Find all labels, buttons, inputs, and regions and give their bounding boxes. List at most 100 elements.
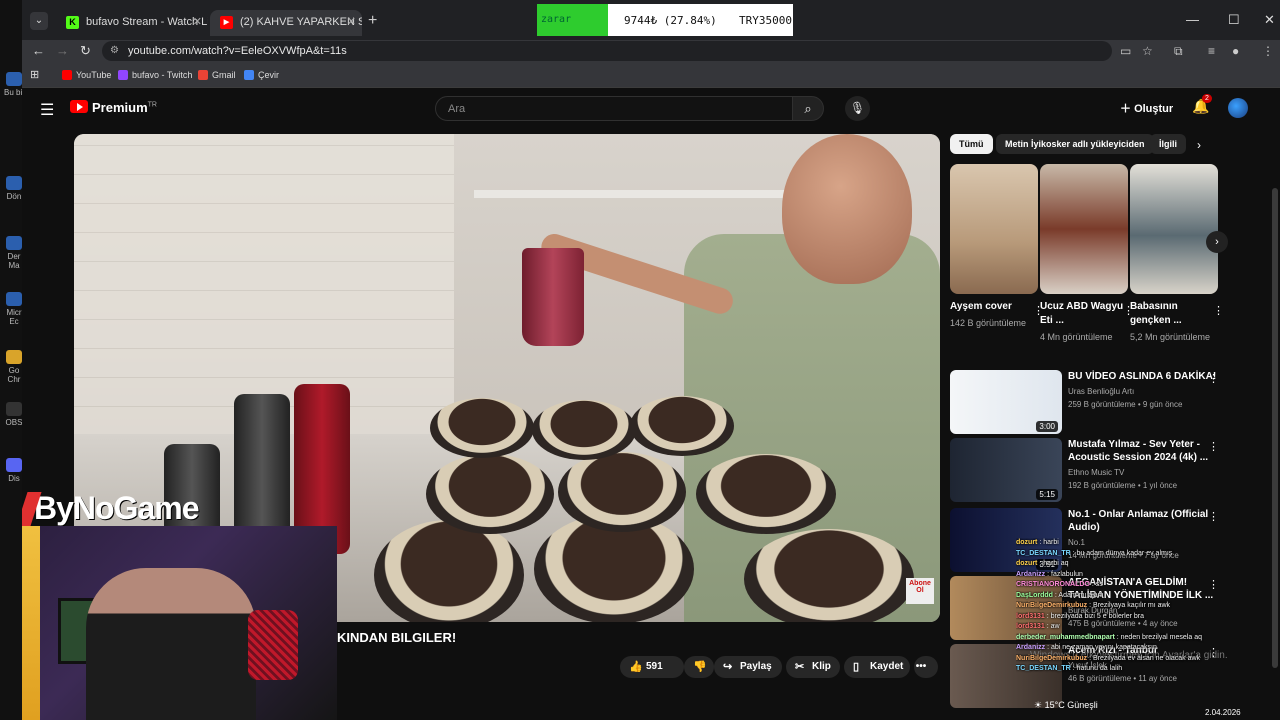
short-item[interactable]: Ayşem cover 142 B görüntüleme ⋮ <box>950 164 1044 330</box>
chat-username[interactable]: TC_DESTAN_TR <box>1016 665 1071 672</box>
more-vert-icon[interactable]: ⋮ <box>1213 304 1224 317</box>
chat-message: lord3131 : brezilyada bizi 5 e bölerler … <box>1016 612 1256 623</box>
short-item[interactable]: Ucuz ABD Wagyu Eti ... 4 Mn görüntüleme … <box>1040 164 1134 344</box>
profile-icon[interactable]: ● <box>1232 44 1239 58</box>
short-views: 4 Mn görüntüleme <box>1040 332 1113 342</box>
video-scene-filter <box>558 452 686 532</box>
video-title: Mustafa Yılmaz - Sev Yeter - Acoustic Se… <box>1068 439 1209 463</box>
scissors-icon: ✂ <box>795 661 805 673</box>
bookmark-gmail[interactable]: Gmail <box>198 70 236 80</box>
video-title: BU VİDEO ASLINDA 6 DAKİKA! <box>1068 371 1217 382</box>
more-icon: ••• <box>915 661 927 672</box>
like-button[interactable]: 👍 591 <box>620 656 684 678</box>
more-actions-button[interactable]: ••• <box>914 656 938 678</box>
video-scene-filter <box>374 520 524 622</box>
chat-username[interactable]: DaşLorddd <box>1016 592 1053 599</box>
share-button[interactable]: ↪ Paylaş <box>714 656 782 678</box>
forward-icon[interactable]: → <box>56 43 69 58</box>
video-scene-filter <box>744 529 914 622</box>
chat-text: : hatunu da lalih <box>1070 665 1123 672</box>
hamburger-menu-icon[interactable]: ☰ <box>40 100 54 120</box>
reload-icon[interactable]: ↻ <box>80 43 91 59</box>
extensions-icon[interactable]: ⧉ <box>1174 44 1183 59</box>
stream-chat-overlay: dozurt : harbi TC_DESTAN_TR : bu adam dün… <box>1016 538 1256 720</box>
more-vert-icon[interactable]: ⋮ <box>1208 510 1219 523</box>
apps-icon[interactable]: ⊞ <box>30 68 39 81</box>
logo-text: Premium <box>92 100 148 115</box>
avatar[interactable] <box>1228 98 1248 118</box>
chip-uploader[interactable]: Metin İyikosker adlı yükleyiciden <box>996 134 1154 154</box>
chat-text: : Brezilyaya kaçılır mı awk <box>1087 602 1171 609</box>
chat-username[interactable]: dozurt <box>1016 539 1037 546</box>
close-icon[interactable]: ✕ <box>193 15 202 28</box>
channel-name[interactable]: Uras Benlioğlu Artı <box>1068 387 1134 396</box>
back-icon[interactable]: ← <box>32 43 45 58</box>
chat-text: : abi ne zaman yayını kapatacaksın <box>1045 644 1157 651</box>
page-scrollbar[interactable] <box>1272 188 1278 668</box>
microphone-icon[interactable]: 🎙 <box>845 96 870 121</box>
video-scene-shelf <box>474 190 814 198</box>
chip-all[interactable]: Tümü <box>950 134 993 154</box>
close-icon[interactable]: ✕ <box>347 15 356 28</box>
chevron-right-icon[interactable]: › <box>1197 138 1201 152</box>
chat-username[interactable]: NuriBilgeDemirkubuz <box>1016 602 1087 609</box>
more-vert-icon[interactable]: ⋮ <box>1208 440 1219 453</box>
bookmark-youtube[interactable]: YouTube <box>62 70 111 80</box>
tab-label: bufavo Stream - Watch Live on <box>86 16 208 28</box>
media-icon[interactable]: ≡ <box>1208 44 1215 58</box>
chat-username[interactable]: NuriBilgeDemirkubuz <box>1016 655 1087 662</box>
create-button[interactable]: ＋ Oluştur <box>1120 100 1173 116</box>
recommendation-item[interactable]: 5:15 Mustafa Yılmaz - Sev Yeter - Acoust… <box>950 438 1250 502</box>
chat-username[interactable]: lord3131 <box>1016 623 1045 630</box>
chat-username[interactable]: Ardanizz <box>1016 571 1045 578</box>
desktop-icon-label: Der Ma <box>7 252 21 270</box>
chat-username[interactable]: lord3131 <box>1016 613 1045 620</box>
subscribe-watermark[interactable]: Abone Ol <box>906 578 934 604</box>
chevron-right-icon[interactable]: › <box>1206 231 1228 253</box>
search-icon[interactable]: ⌕ <box>792 96 824 121</box>
chat-username[interactable]: dozurt <box>1016 560 1037 567</box>
chat-text: : neden brezilyal mesela aq <box>1114 633 1202 641</box>
short-thumbnail[interactable] <box>1040 164 1128 294</box>
maximize-icon[interactable]: ☐ <box>1228 12 1240 28</box>
chat-text: : harbi aq <box>1037 560 1069 567</box>
bookmark-star-icon[interactable]: ☆ <box>1142 44 1153 58</box>
bookmark-translate[interactable]: Çevir <box>244 70 279 80</box>
weather-text: 15°C Güneşli <box>1044 700 1098 710</box>
menu-icon[interactable]: ⋮ <box>1262 44 1274 58</box>
more-vert-icon[interactable]: ⋮ <box>1208 372 1219 385</box>
chat-username[interactable]: TC_DESTAN_TR <box>1016 550 1071 557</box>
short-item[interactable]: Babasının gençken ... 5,2 Mn görüntüleme… <box>1130 164 1224 344</box>
short-thumbnail[interactable] <box>1130 164 1218 294</box>
weather-widget[interactable]: ☀ 15°C Güneşli <box>1034 700 1098 711</box>
site-info-icon[interactable]: ⚙ <box>110 45 119 56</box>
video-meta: 259 B görüntüleme • 9 gün önce <box>1068 400 1183 409</box>
address-bar[interactable]: ⚙ youtube.com/watch?v=EeleOXVWfpA&t=11s <box>102 41 1112 61</box>
recommendation-item[interactable]: 3:00 BU VİDEO ASLINDA 6 DAKİKA! Uras Ben… <box>950 370 1250 434</box>
new-tab-icon[interactable]: + <box>368 12 377 30</box>
chat-username[interactable]: Ardanizz <box>1016 644 1045 651</box>
translate-icon <box>244 70 254 80</box>
minimize-icon[interactable]: — <box>1186 12 1199 27</box>
channel-name[interactable]: Ethno Music TV <box>1068 468 1124 477</box>
youtube-play-icon <box>70 100 88 113</box>
notifications-bell-icon[interactable]: 🔔 2 <box>1192 94 1212 115</box>
youtube-logo[interactable]: PremiumTR <box>70 100 157 115</box>
tab-search-icon[interactable]: ⌄ <box>30 12 48 30</box>
dislike-button[interactable]: 👎 <box>684 656 714 678</box>
clip-button[interactable]: ✂ Klip <box>786 656 840 678</box>
tab-bufavo[interactable]: K bufavo Stream - Watch Live on ✕ <box>56 10 208 36</box>
short-thumbnail[interactable] <box>950 164 1038 294</box>
save-button[interactable]: ▯ Kaydet <box>844 656 910 678</box>
desktop-icon-label: Micr Ec <box>6 308 22 326</box>
chat-username[interactable]: derbeder_muhammedbnapart <box>1016 634 1115 641</box>
tab-youtube[interactable]: ▶ (2) KAHVE YAPARKEN SOHBET ✕ <box>210 10 362 36</box>
chat-username[interactable]: CRISTIANORONALDO <box>1016 581 1090 588</box>
stream-overlay-ticker: zarar 9744₺ (27.84%) TRY35000 <box>537 4 793 36</box>
overlay-total: TRY35000 <box>739 14 792 27</box>
chip-related[interactable]: İlgili <box>1150 134 1186 154</box>
bookmark-twitch[interactable]: bufavo - Twitch <box>118 70 192 80</box>
cast-icon[interactable]: ▭ <box>1120 44 1131 58</box>
search-input[interactable]: Ara <box>435 96 793 121</box>
close-window-icon[interactable]: ✕ <box>1264 12 1275 28</box>
